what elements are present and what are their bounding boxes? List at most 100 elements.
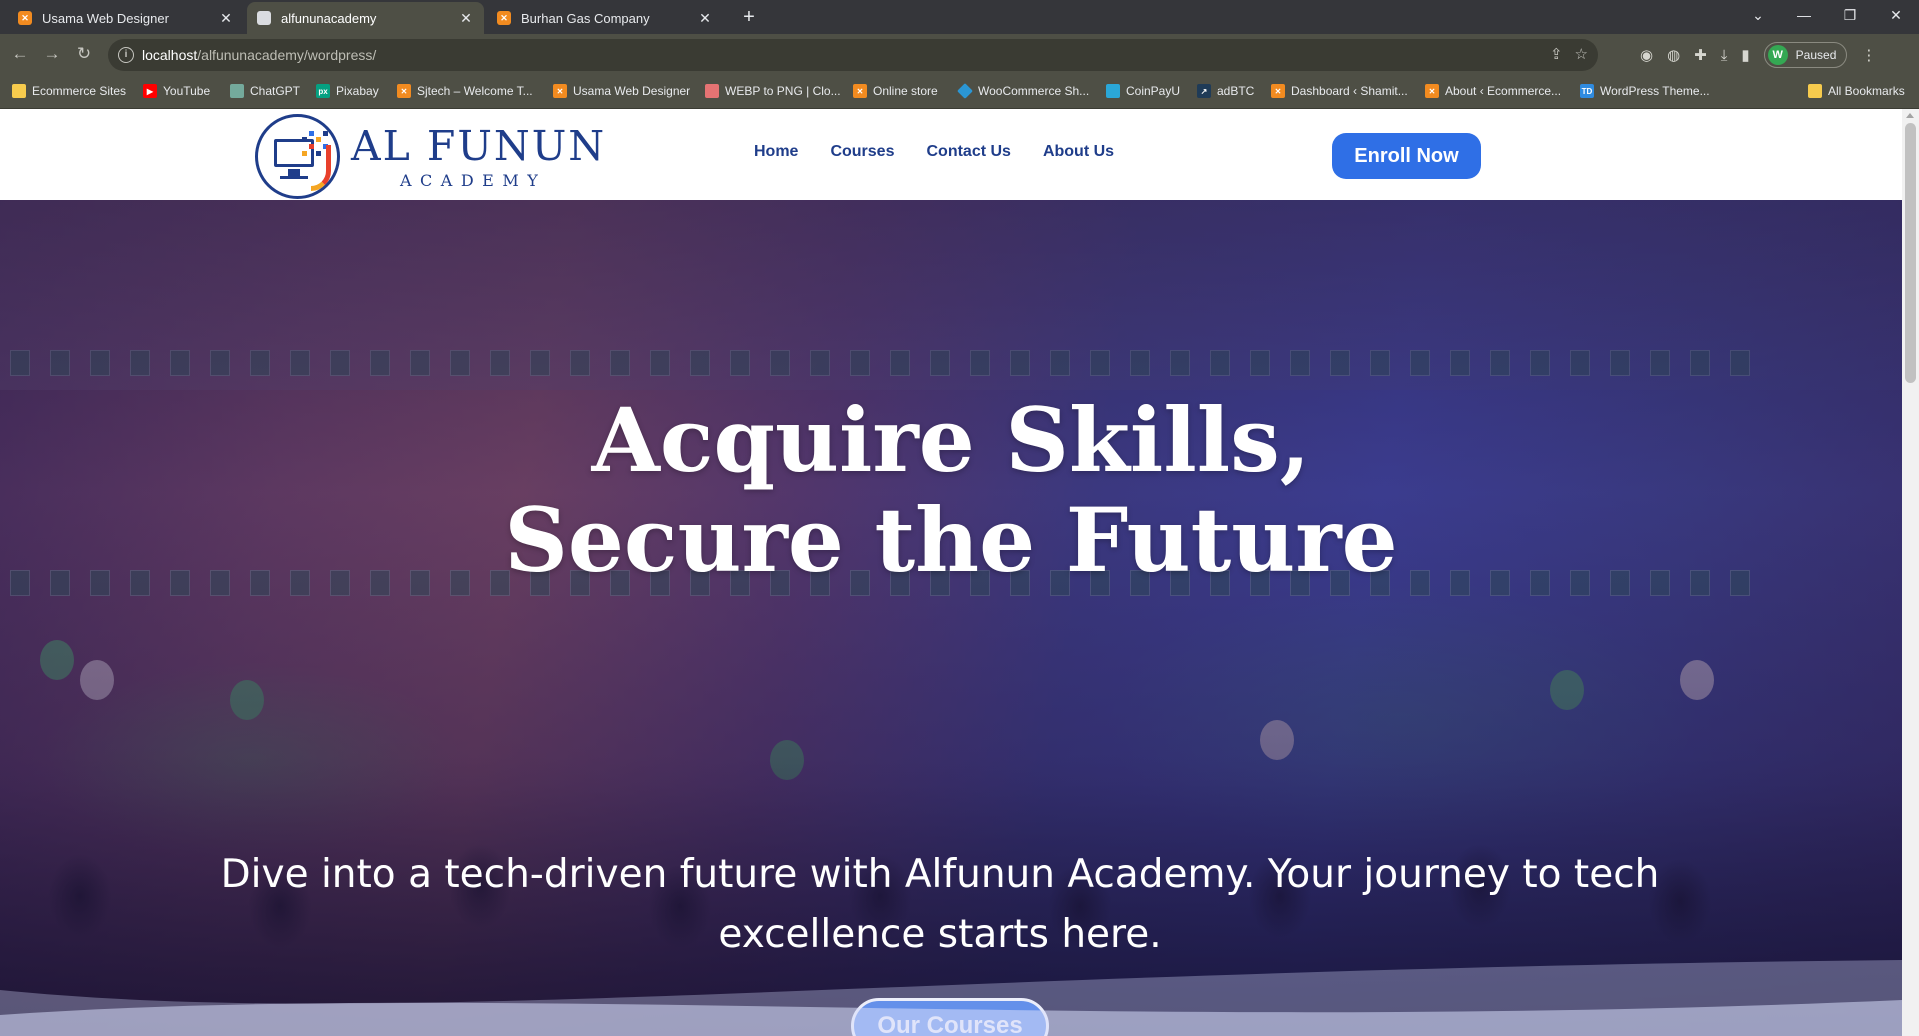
page-viewport: AL FUNUN ACADEMY Home Courses Contact Us… [0, 109, 1902, 1036]
bookmark-item[interactable]: px Pixabay [316, 84, 379, 98]
hero-subtitle: Dive into a tech-driven future with Alfu… [220, 852, 1660, 957]
browser-toolbar: ← → ↻ i localhost/alfununacademy/wordpre… [0, 34, 1919, 76]
new-tab-button[interactable]: + [737, 5, 761, 29]
more-menu-icon[interactable]: ⋮ [1861, 46, 1876, 64]
logo-arc [311, 145, 331, 191]
bookmark-label: YouTube [163, 84, 211, 98]
xampp-icon: ✕ [1271, 84, 1285, 98]
bookmark-star-icon[interactable]: ☆ [1575, 45, 1588, 63]
hero-bottom-wave [0, 960, 1902, 1036]
close-icon[interactable]: ✕ [458, 10, 474, 27]
bookmark-item[interactable]: WEBP to PNG | Clo... [705, 84, 841, 98]
bookmark-label: About ‹ Ecommerce... [1445, 84, 1562, 98]
bookmark-label: Dashboard ‹ Shamit... [1291, 84, 1408, 98]
tab-search-icon[interactable]: ⌄ [1735, 0, 1781, 30]
extensions-puzzle-icon[interactable]: ✚ [1694, 46, 1707, 64]
hero-title: Acquire Skills, Secure the Future [0, 390, 1902, 590]
close-window-button[interactable]: ✕ [1873, 0, 1919, 30]
bookmark-item[interactable]: ✕ Dashboard ‹ Shamit... [1271, 84, 1408, 98]
pixabay-icon: px [316, 84, 330, 98]
hero-title-line2: Secure the Future [504, 488, 1398, 592]
minimize-button[interactable]: — [1781, 0, 1827, 30]
bookmark-item[interactable]: ✕ Online store [853, 84, 938, 98]
xampp-icon: ✕ [853, 84, 867, 98]
folder-icon [1808, 84, 1822, 98]
td-icon: TD [1580, 84, 1594, 98]
adbtc-icon: ↗ [1197, 84, 1211, 98]
hero-section: Acquire Skills, Secure the Future Dive i… [0, 200, 1902, 1036]
close-icon[interactable]: ✕ [218, 10, 234, 27]
scroll-up-arrow[interactable] [1906, 113, 1914, 118]
bookmark-label: Ecommerce Sites [32, 84, 127, 98]
logo-subtitle: ACADEMY [400, 171, 547, 190]
bookmark-label: WooCommerce Sh... [978, 84, 1090, 98]
tab-alfununacademy[interactable]: alfununacademy ✕ [247, 2, 484, 34]
extension-icon[interactable]: ◍ [1667, 46, 1680, 64]
nav-home[interactable]: Home [754, 143, 798, 161]
profile-button[interactable]: W Paused [1763, 42, 1848, 68]
url-text[interactable]: localhost/alfununacademy/wordpress/ [142, 47, 376, 63]
nav-courses[interactable]: Courses [830, 143, 894, 161]
forward-button[interactable]: → [40, 42, 64, 66]
main-nav: Home Courses Contact Us About Us [754, 143, 1114, 161]
bookmark-item[interactable]: ✕ Usama Web Designer [553, 84, 690, 98]
folder-icon [12, 84, 26, 98]
bookmark-item[interactable]: ▶ YouTube [143, 84, 210, 98]
xampp-icon: ✕ [397, 84, 411, 98]
enroll-now-button[interactable]: Enroll Now [1332, 133, 1481, 179]
site-header: AL FUNUN ACADEMY Home Courses Contact Us… [0, 109, 1902, 200]
xampp-icon: ✕ [497, 11, 511, 25]
xampp-icon: ✕ [1425, 84, 1439, 98]
toolbar-extensions: ◉ ◍ ✚ ⤓ ▮ W Paused ⋮ [1640, 42, 1876, 68]
bookmark-item[interactable]: ↗ adBTC [1197, 84, 1254, 98]
site-logo[interactable]: AL FUNUN ACADEMY [255, 112, 604, 200]
side-panel-icon[interactable]: ▮ [1741, 46, 1749, 64]
bookmark-item[interactable]: ✕ About ‹ Ecommerce... [1425, 84, 1561, 98]
bookmark-item[interactable]: CoinPayU [1106, 84, 1180, 98]
restore-button[interactable]: ❐ [1827, 0, 1873, 30]
bookmark-label: WEBP to PNG | Clo... [725, 84, 841, 98]
monitor-base [280, 176, 308, 179]
tab-title: Usama Web Designer [42, 10, 169, 26]
scrollbar-thumb[interactable] [1905, 123, 1916, 383]
tab-title: alfununacademy [281, 10, 377, 26]
reload-button[interactable]: ↻ [72, 42, 96, 66]
url-path: /alfununacademy/wordpress/ [197, 47, 377, 63]
bookmark-item[interactable]: Ecommerce Sites [12, 84, 126, 98]
cloud-icon [705, 84, 719, 98]
xampp-icon: ✕ [18, 11, 32, 25]
hero-title-line1: Acquire Skills, [591, 388, 1311, 492]
logo-emblem [255, 114, 340, 199]
nav-about-us[interactable]: About Us [1043, 143, 1114, 161]
screenshot-extension-icon[interactable]: ◉ [1640, 46, 1653, 64]
logo-title: AL FUNUN [351, 122, 607, 170]
downloads-icon[interactable]: ⤓ [1721, 47, 1728, 64]
all-bookmarks[interactable]: All Bookmarks [1808, 84, 1905, 98]
address-bar[interactable]: i localhost/alfununacademy/wordpress/ ⇪ … [108, 39, 1598, 71]
window-controls: ⌄ — ❐ ✕ [1735, 0, 1919, 34]
bookmark-label: ChatGPT [250, 84, 301, 98]
avatar: W [1767, 45, 1788, 65]
tab-burhan-gas-company[interactable]: ✕ Burhan Gas Company ✕ [487, 2, 723, 34]
bookmark-label: Usama Web Designer [573, 84, 691, 98]
youtube-icon: ▶ [143, 84, 157, 98]
close-icon[interactable]: ✕ [697, 10, 713, 27]
tab-title: Burhan Gas Company [521, 10, 650, 26]
chatgpt-icon [230, 84, 244, 98]
tab-usama-web-designer[interactable]: ✕ Usama Web Designer ✕ [8, 2, 244, 34]
page-icon [257, 11, 271, 25]
bookmark-item[interactable]: ChatGPT [230, 84, 300, 98]
bookmark-item[interactable]: WooCommerce Sh... [957, 83, 1090, 99]
bookmark-item[interactable]: TD WordPress Theme... [1580, 84, 1710, 98]
bookmark-item[interactable]: ✕ Sjtech – Welcome T... [397, 84, 533, 98]
bookmark-label: adBTC [1217, 84, 1255, 98]
bookmark-label: WordPress Theme... [1600, 84, 1710, 98]
share-icon[interactable]: ⇪ [1550, 45, 1563, 63]
all-bookmarks-label: All Bookmarks [1828, 84, 1905, 98]
tab-strip: ✕ Usama Web Designer ✕ alfununacademy ✕ … [0, 0, 1919, 34]
site-info-icon[interactable]: i [118, 47, 134, 63]
back-button[interactable]: ← [8, 42, 32, 66]
nav-contact-us[interactable]: Contact Us [926, 143, 1010, 161]
bookmark-label: Sjtech – Welcome T... [417, 84, 533, 98]
page-scrollbar[interactable] [1902, 109, 1919, 1036]
